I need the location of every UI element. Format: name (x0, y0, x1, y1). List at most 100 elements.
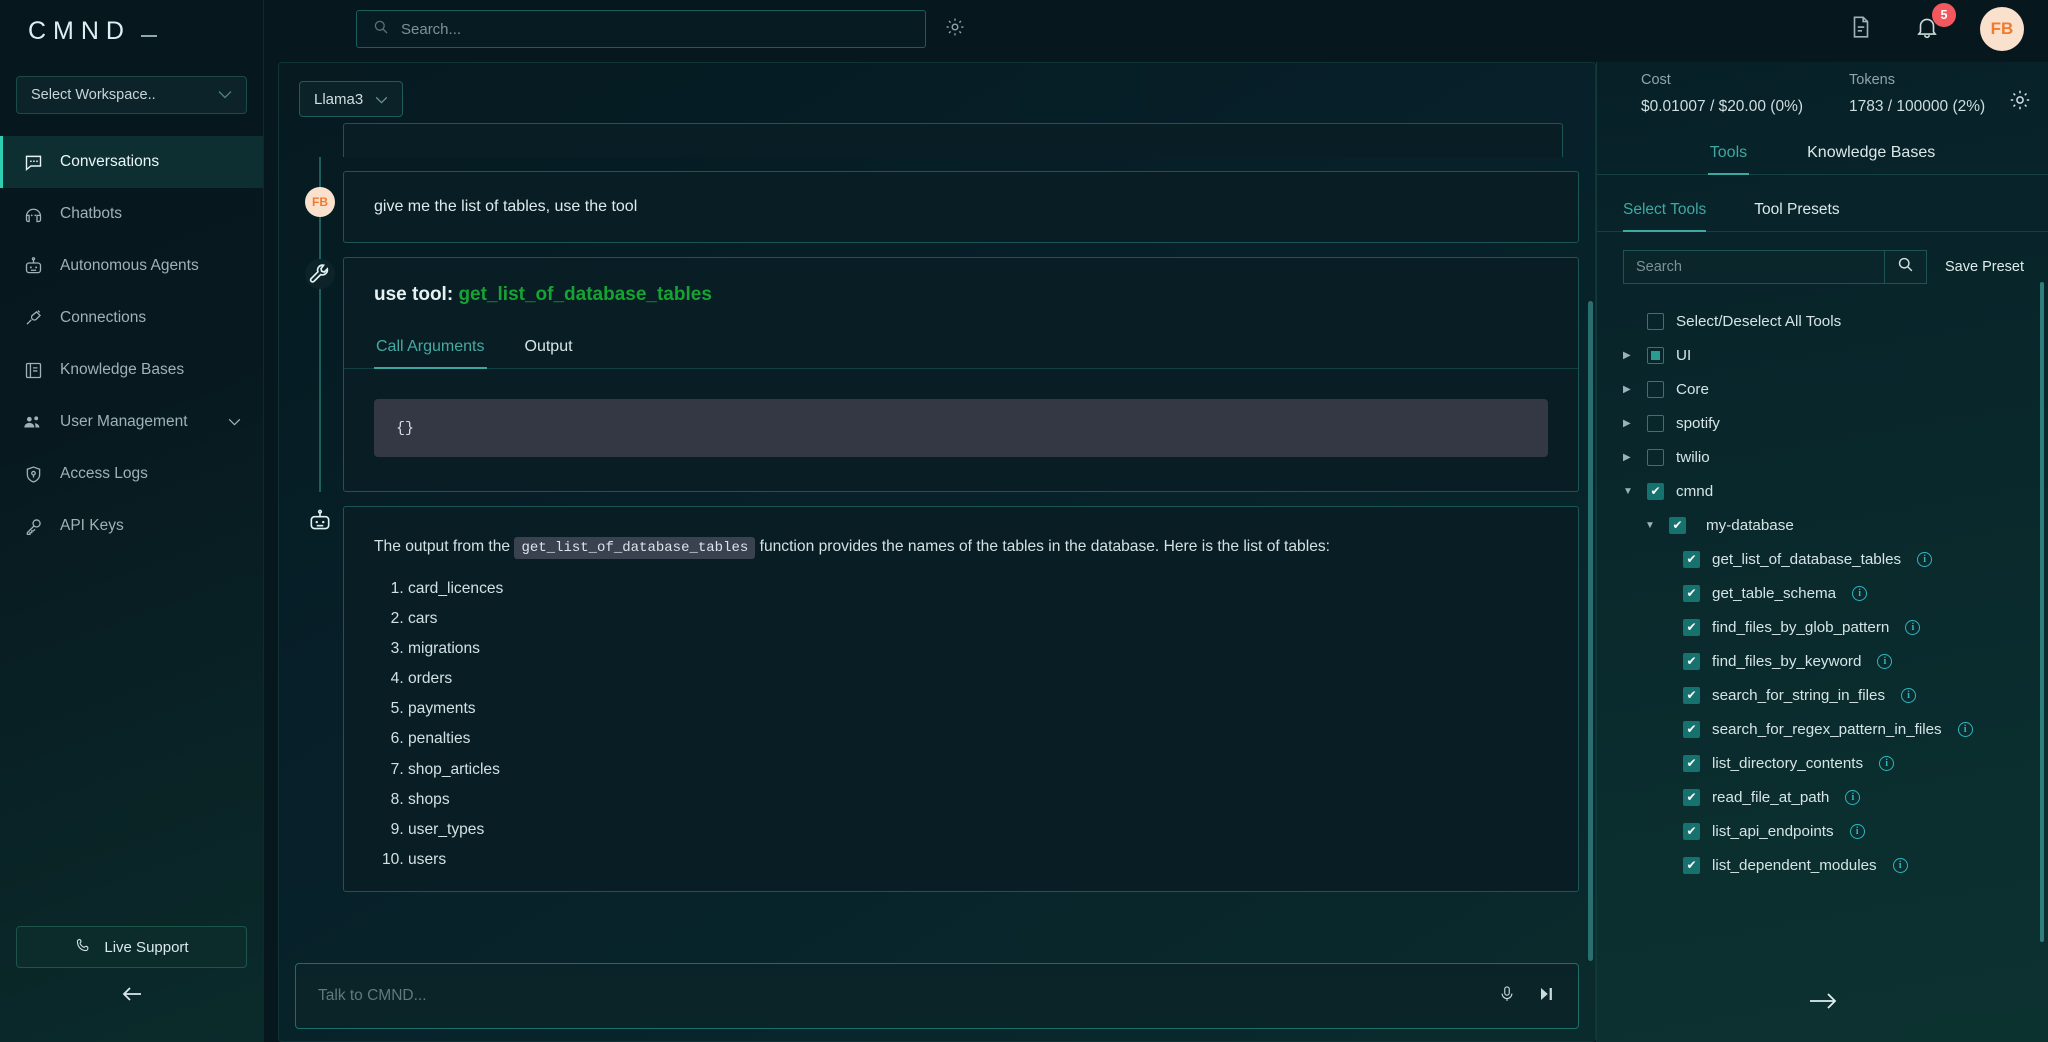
tree-row-tool[interactable]: ✔ get_table_schema i (1623, 576, 2048, 610)
chevron-down-icon[interactable]: ▼ (1645, 520, 1657, 531)
sidebar-item-connections[interactable]: Connections (0, 292, 263, 344)
select-all-checkbox[interactable] (1647, 312, 1664, 330)
chevron-down-icon[interactable] (228, 416, 241, 428)
info-icon[interactable]: i (1852, 585, 1868, 601)
message-scroll-area[interactable]: FB give me the list of tables, use the t… (279, 123, 1595, 963)
spotify-checkbox[interactable] (1647, 414, 1664, 432)
assistant-message-bubble: The output from the get_list_of_database… (343, 506, 1579, 893)
tree-row-core[interactable]: ▶ Core (1623, 372, 2048, 406)
model-selector[interactable]: Llama3 (299, 81, 404, 117)
tree-row-spotify[interactable]: ▶ spotify (1623, 406, 2048, 440)
tree-row-tool[interactable]: ✔ get_list_of_database_tables i (1623, 542, 2048, 576)
tab-tool-presets[interactable]: Tool Presets (1754, 201, 1839, 231)
chevron-right-icon[interactable]: ▶ (1623, 452, 1635, 463)
tool-checkbox[interactable]: ✔ (1683, 856, 1700, 874)
cmnd-checkbox[interactable]: ✔ (1647, 482, 1664, 500)
tools-scrollbar[interactable] (2040, 282, 2044, 942)
send-button[interactable] (1808, 991, 1838, 1016)
tree-row-my-database[interactable]: ▼ ✔ my-database (1623, 508, 2048, 542)
sidebar-item-user-management[interactable]: User Management (0, 396, 263, 448)
tool-checkbox[interactable]: ✔ (1683, 550, 1700, 568)
sidebar-item-access-logs[interactable]: Access Logs (0, 448, 263, 500)
microphone-icon[interactable] (1498, 983, 1516, 1010)
live-support-label: Live Support (104, 938, 189, 956)
tab-select-tools[interactable]: Select Tools (1623, 201, 1707, 232)
info-icon[interactable]: i (1849, 823, 1865, 839)
tool-checkbox[interactable]: ✔ (1683, 686, 1700, 704)
save-preset-button[interactable]: Save Preset (1945, 259, 2024, 275)
live-support-button[interactable]: Live Support (16, 926, 247, 968)
tree-row-tool[interactable]: ✔ list_dependent_modules i (1623, 848, 2048, 882)
sidebar: CMND Select Workspace.. Conversations Ch… (0, 0, 264, 1042)
search-input[interactable]: Search... (356, 10, 926, 48)
tool-checkbox[interactable]: ✔ (1683, 652, 1700, 670)
chevron-down-icon[interactable]: ▼ (1623, 486, 1635, 497)
list-item: card_licences (408, 574, 1548, 604)
tree-row-tool[interactable]: ✔ read_file_at_path i (1623, 780, 2048, 814)
tree-row-tool[interactable]: ✔ search_for_regex_pattern_in_files i (1623, 712, 2048, 746)
sidebar-item-conversations[interactable]: Conversations (0, 136, 263, 188)
tab-output[interactable]: Output (523, 328, 575, 368)
tool-search-input[interactable]: Search (1623, 250, 1885, 284)
sidebar-collapse-button[interactable] (0, 968, 263, 1024)
inline-code-function: get_list_of_database_tables (514, 537, 756, 559)
twilio-checkbox[interactable] (1647, 448, 1664, 466)
message-input[interactable]: Talk to CMND... (295, 963, 1579, 1029)
tree-row-tool[interactable]: ✔ search_for_string_in_files i (1623, 678, 2048, 712)
tree-row-label: get_table_schema (1712, 584, 1837, 602)
info-icon[interactable]: i (1892, 857, 1908, 873)
my-database-checkbox[interactable]: ✔ (1669, 516, 1686, 534)
tool-checkbox[interactable]: ✔ (1683, 720, 1700, 738)
core-checkbox[interactable] (1647, 380, 1664, 398)
tool-checkbox[interactable]: ✔ (1683, 822, 1700, 840)
info-icon[interactable]: i (1877, 653, 1893, 669)
skip-forward-icon[interactable] (1538, 985, 1556, 1008)
chat-scrollbar[interactable] (1588, 301, 1593, 961)
sidebar-item-autonomous-agents[interactable]: Autonomous Agents (0, 240, 263, 292)
tree-row-cmnd[interactable]: ▼ ✔ cmnd (1623, 474, 2048, 508)
panel-settings-button[interactable] (2008, 88, 2032, 117)
tree-row-label: list_api_endpoints (1712, 822, 1834, 840)
tab-tools[interactable]: Tools (1707, 138, 1750, 175)
workspace-selector[interactable]: Select Workspace.. (16, 76, 247, 114)
tree-row-tool[interactable]: ✔ find_files_by_glob_pattern i (1623, 610, 2048, 644)
chevron-right-icon[interactable]: ▶ (1623, 418, 1635, 429)
sidebar-item-label: Knowledge Bases (60, 361, 185, 378)
tool-checkbox[interactable]: ✔ (1683, 584, 1700, 602)
tree-row-ui[interactable]: ▶ UI (1623, 338, 2048, 372)
sidebar-item-knowledge-bases[interactable]: Knowledge Bases (0, 344, 263, 396)
info-icon[interactable]: i (1901, 687, 1917, 703)
sidebar-item-label: Connections (60, 309, 147, 326)
avatar[interactable]: FB (1980, 7, 2024, 51)
document-icon[interactable] (1848, 14, 1874, 45)
tree-row-tool[interactable]: ✔ find_files_by_keyword i (1623, 644, 2048, 678)
notifications-button[interactable]: 5 (1914, 2, 1956, 45)
tree-row-twilio[interactable]: ▶ twilio (1623, 440, 2048, 474)
info-icon[interactable]: i (1845, 789, 1861, 805)
list-item: orders (408, 664, 1548, 694)
list-item: penalties (408, 724, 1548, 754)
tab-call-arguments[interactable]: Call Arguments (374, 328, 487, 369)
info-icon[interactable]: i (1917, 551, 1933, 567)
search-settings-button[interactable] (944, 16, 966, 43)
chevron-right-icon[interactable]: ▶ (1623, 384, 1635, 395)
tool-checkbox[interactable]: ✔ (1683, 618, 1700, 636)
tree-row-select-all[interactable]: Select/Deselect All Tools (1623, 304, 2048, 338)
ui-checkbox[interactable] (1647, 346, 1664, 364)
info-icon[interactable]: i (1905, 619, 1921, 635)
tool-search-button[interactable] (1885, 250, 1927, 284)
tree-row-tool[interactable]: ✔ list_directory_contents i (1623, 746, 2048, 780)
sidebar-item-label: Chatbots (60, 205, 123, 222)
tab-knowledge-bases[interactable]: Knowledge Bases (1805, 138, 1937, 174)
sidebar-item-api-keys[interactable]: API Keys (0, 500, 263, 552)
tree-row-label: list_dependent_modules (1712, 856, 1877, 874)
tree-row-tool[interactable]: ✔ list_api_endpoints i (1623, 814, 2048, 848)
logo-cursor-icon (141, 34, 157, 37)
tokens-block: Tokens 1783 / 100000 (2%) (1803, 72, 1985, 116)
tool-checkbox[interactable]: ✔ (1683, 788, 1700, 806)
info-icon[interactable]: i (1879, 755, 1895, 771)
sidebar-item-chatbots[interactable]: Chatbots (0, 188, 263, 240)
info-icon[interactable]: i (1957, 721, 1973, 737)
tool-checkbox[interactable]: ✔ (1683, 754, 1700, 772)
chevron-right-icon[interactable]: ▶ (1623, 350, 1635, 361)
